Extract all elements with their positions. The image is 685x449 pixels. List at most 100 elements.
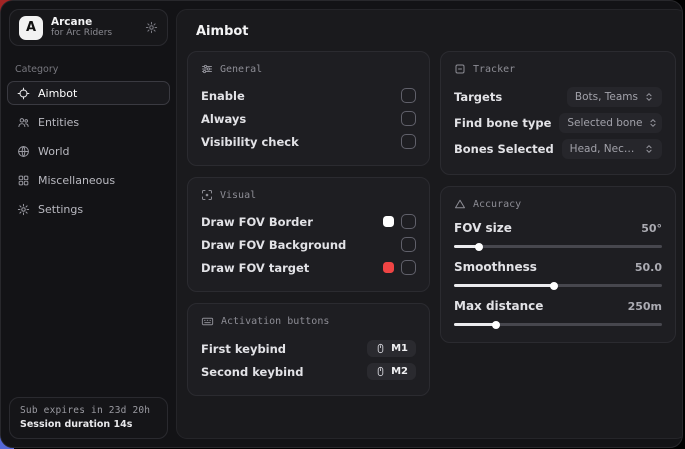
sidebar: A Arcane for Arc Riders Category xyxy=(1,1,176,447)
targets-select[interactable]: Bots, Teams xyxy=(567,87,662,107)
setting-label: Find bone type xyxy=(454,116,551,130)
card-activation: Activation buttons First keybind M1 xyxy=(187,303,430,396)
setting-row-always: Always xyxy=(201,107,416,130)
gear-icon[interactable] xyxy=(145,21,158,34)
bones-selected-select[interactable]: Head, Neck, Body, Fe... xyxy=(562,139,662,159)
sub-expiry-text: Sub expires in 23d 20h xyxy=(20,405,157,416)
card-accuracy: Accuracy FOV size 50° xyxy=(440,186,676,343)
second-keybind-button[interactable]: M2 xyxy=(367,363,416,380)
enable-checkbox[interactable] xyxy=(401,88,416,103)
smoothness-slider[interactable] xyxy=(454,284,662,287)
select-value: Selected bone xyxy=(567,117,642,129)
fov-size-slider[interactable] xyxy=(454,245,662,248)
users-icon xyxy=(17,116,30,129)
card-tracker: Tracker Targets Bots, Teams xyxy=(440,51,676,175)
tracker-icon xyxy=(454,63,466,75)
select-value: Bots, Teams xyxy=(575,91,638,103)
card-title: Visual xyxy=(220,190,256,201)
card-title: Tracker xyxy=(473,64,515,75)
slider-label-row: Max distance 250m xyxy=(454,297,662,315)
brand-logo: A xyxy=(19,16,43,40)
triangle-icon xyxy=(454,198,466,210)
card-general-header: General xyxy=(201,63,416,75)
max-distance-slider[interactable] xyxy=(454,323,662,326)
brand-name: Arcane xyxy=(51,16,137,28)
slider-value: 50.0 xyxy=(635,261,662,274)
setting-row-fov-border: Draw FOV Border xyxy=(201,210,416,233)
subscription-box: Sub expires in 23d 20h Session duration … xyxy=(9,397,168,439)
setting-row-fov-background: Draw FOV Background xyxy=(201,233,416,256)
category-label: Category xyxy=(15,64,162,75)
setting-label: Draw FOV Border xyxy=(201,215,313,229)
setting-row-find-bone-type: Find bone type Selected bone xyxy=(454,110,662,136)
card-title: General xyxy=(220,64,262,75)
slider-thumb[interactable] xyxy=(550,282,558,290)
slider-thumb[interactable] xyxy=(492,321,500,329)
slider-group-max-distance: Max distance 250m xyxy=(454,297,662,326)
visibility-check-checkbox[interactable] xyxy=(401,134,416,149)
keyboard-icon xyxy=(201,315,214,328)
main-panel: Aimbot General xyxy=(176,9,683,439)
setting-row-second-keybind: Second keybind M2 xyxy=(201,360,416,383)
setting-label: Enable xyxy=(201,89,245,103)
sidebar-spacer xyxy=(1,221,176,389)
always-checkbox[interactable] xyxy=(401,111,416,126)
card-title: Accuracy xyxy=(473,199,521,210)
grid-icon xyxy=(17,174,30,187)
chevrons-up-down-icon xyxy=(644,144,654,154)
crosshair-icon xyxy=(17,87,30,100)
card-tracker-header: Tracker xyxy=(454,63,662,75)
globe-icon xyxy=(17,145,30,158)
brand-text: Arcane for Arc Riders xyxy=(51,16,137,38)
slider-group-smoothness: Smoothness 50.0 xyxy=(454,258,662,287)
setting-label: Smoothness xyxy=(454,260,537,274)
setting-row-first-keybind: First keybind M1 xyxy=(201,337,416,360)
fov-target-checkbox[interactable] xyxy=(401,260,416,275)
slider-label-row: FOV size 50° xyxy=(454,219,662,237)
sidebar-nav: Aimbot Entities World xyxy=(1,81,176,221)
setting-label: Visibility check xyxy=(201,135,299,149)
setting-label: Second keybind xyxy=(201,365,303,379)
brand-box: A Arcane for Arc Riders xyxy=(9,9,168,46)
first-keybind-button[interactable]: M1 xyxy=(367,340,416,357)
color-swatch-white[interactable] xyxy=(383,216,394,227)
sidebar-item-label: Aimbot xyxy=(38,87,77,100)
card-visual: Visual Draw FOV Border Draw FOV Backgrou… xyxy=(187,177,430,292)
card-visual-header: Visual xyxy=(201,189,416,201)
focus-icon xyxy=(201,189,213,201)
setting-row-bones-selected: Bones Selected Head, Neck, Body, Fe... xyxy=(454,136,662,162)
mouse-icon xyxy=(375,343,386,354)
mouse-icon xyxy=(375,366,386,377)
card-title: Activation buttons xyxy=(221,316,329,327)
sidebar-item-label: Settings xyxy=(38,203,83,216)
find-bone-type-select[interactable]: Selected bone xyxy=(559,113,662,133)
card-activation-header: Activation buttons xyxy=(201,315,416,328)
sidebar-item-aimbot[interactable]: Aimbot xyxy=(7,81,170,105)
slider-thumb[interactable] xyxy=(475,243,483,251)
app-window: A Arcane for Arc Riders Category xyxy=(0,0,683,448)
chevrons-up-down-icon xyxy=(644,92,654,102)
sidebar-item-entities[interactable]: Entities xyxy=(7,110,170,134)
chevrons-up-down-icon xyxy=(648,118,658,128)
setting-label: Draw FOV Background xyxy=(201,238,346,252)
sidebar-item-label: Entities xyxy=(38,116,79,129)
color-swatch-red[interactable] xyxy=(383,262,394,273)
setting-row-enable: Enable xyxy=(201,84,416,107)
slider-fill xyxy=(454,284,554,287)
fov-background-checkbox[interactable] xyxy=(401,237,416,252)
setting-label: First keybind xyxy=(201,342,286,356)
column-right: Tracker Targets Bots, Teams xyxy=(440,51,676,343)
settings-gear-icon xyxy=(17,203,30,216)
sidebar-item-miscellaneous[interactable]: Miscellaneous xyxy=(7,168,170,192)
setting-row-targets: Targets Bots, Teams xyxy=(454,84,662,110)
sidebar-item-world[interactable]: World xyxy=(7,139,170,163)
main-wrap: Aimbot General xyxy=(176,1,683,447)
sliders-icon xyxy=(201,63,213,75)
sidebar-item-label: World xyxy=(38,145,70,158)
fov-border-checkbox[interactable] xyxy=(401,214,416,229)
sidebar-item-settings[interactable]: Settings xyxy=(7,197,170,221)
slider-fill xyxy=(454,323,496,326)
setting-row-fov-target: Draw FOV target xyxy=(201,256,416,279)
column-left: General Enable Always Visibility check xyxy=(187,51,430,396)
setting-label: Targets xyxy=(454,90,502,104)
